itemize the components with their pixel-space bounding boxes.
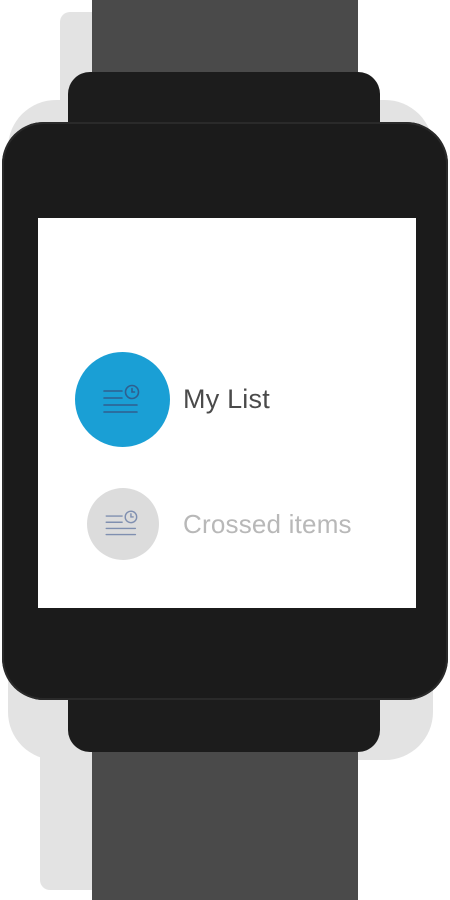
menu-item-crossed-items[interactable]: Crossed items bbox=[87, 488, 352, 560]
watch-mockup: My List Crossed items bbox=[0, 0, 450, 900]
menu-item-label: My List bbox=[183, 384, 270, 414]
list-clock-icon bbox=[75, 352, 170, 447]
menu-item-my-list[interactable]: My List bbox=[75, 352, 270, 447]
menu-item-label: Crossed items bbox=[183, 508, 352, 539]
list-clock-icon bbox=[87, 488, 159, 560]
watch-screen: My List Crossed items bbox=[38, 218, 416, 608]
